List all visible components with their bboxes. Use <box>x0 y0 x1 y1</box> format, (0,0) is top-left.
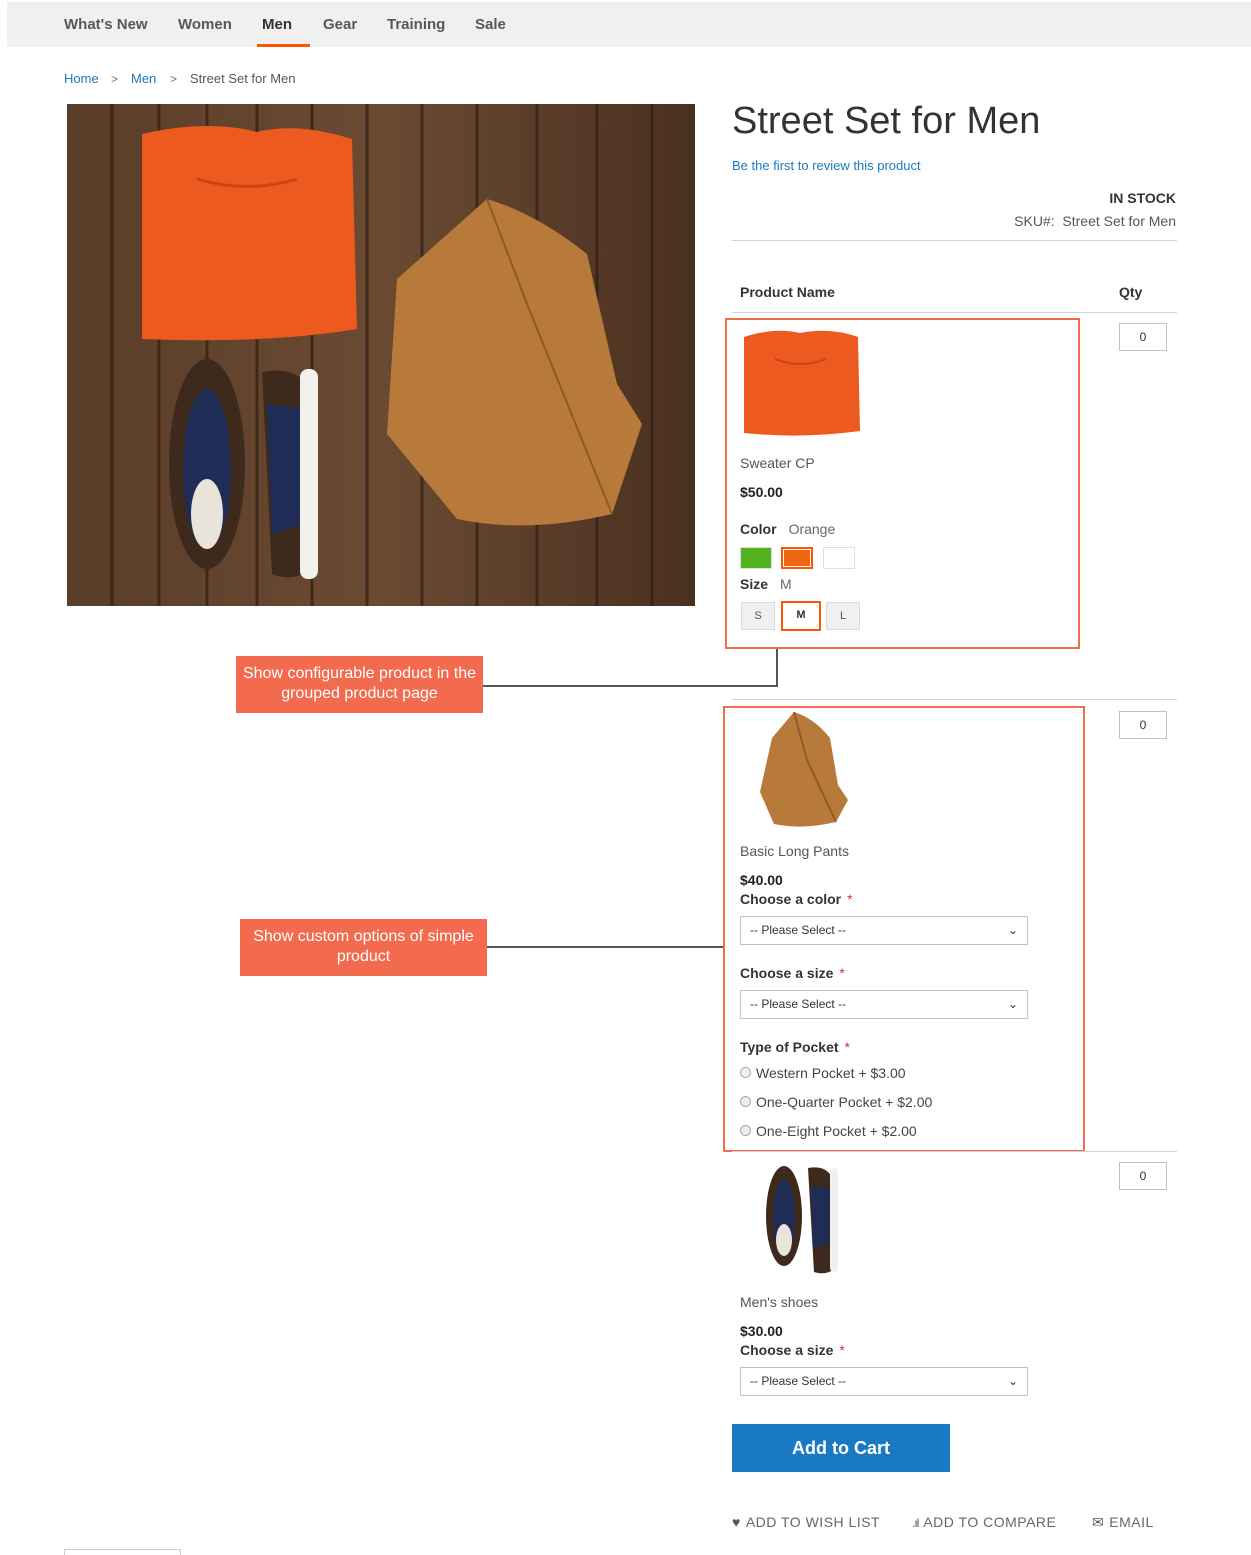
choose-color-text: Choose a color <box>740 891 842 907</box>
callout-connector <box>776 649 778 687</box>
pocket-option-label: One-Eight Pocket + $2.00 <box>756 1123 917 1139</box>
color-select[interactable]: -- Please Select -- ⌄ <box>740 916 1028 945</box>
add-to-compare-link[interactable]: .ıl ADD TO COMPARE <box>912 1514 1056 1530</box>
bar-chart-icon: .ıl <box>912 1516 919 1530</box>
pocket-option-label: Western Pocket + $3.00 <box>756 1065 906 1081</box>
tab-edge <box>64 1549 181 1555</box>
page-title: Street Set for Men <box>732 100 1041 142</box>
nav-item-men[interactable]: Men <box>262 16 292 33</box>
nav-item-women[interactable]: Women <box>178 16 232 33</box>
item-name-pants: Basic Long Pants <box>740 843 849 859</box>
chevron-down-icon: ⌄ <box>1007 997 1018 1011</box>
column-header-qty: Qty <box>1119 284 1143 300</box>
nav-item-gear[interactable]: Gear <box>323 16 357 33</box>
size-swatch-s[interactable]: S <box>741 602 775 630</box>
shoes-thumbnail[interactable] <box>760 1162 844 1278</box>
qty-input-shoes[interactable]: 0 <box>1119 1162 1167 1190</box>
size-swatch-l[interactable]: L <box>826 602 860 630</box>
qty-input-sweater[interactable]: 0 <box>1119 323 1167 351</box>
shoe-size-select[interactable]: -- Please Select -- ⌄ <box>740 1367 1028 1396</box>
size-swatch-m[interactable]: M <box>781 601 821 631</box>
pocket-type-label: Type of Pocket * <box>740 1039 850 1055</box>
size-select[interactable]: -- Please Select -- ⌄ <box>740 990 1028 1019</box>
breadcrumb-men[interactable]: Men <box>131 71 156 86</box>
item-price-pants: $40.00 <box>740 872 783 888</box>
size-selected-value: M <box>780 576 792 592</box>
nav-item-training[interactable]: Training <box>387 16 445 33</box>
nav-item-sale[interactable]: Sale <box>475 16 506 33</box>
callout-custom-options: Show custom options of simple product <box>240 919 487 976</box>
callout-connector <box>483 685 778 687</box>
radio-button[interactable] <box>740 1067 751 1078</box>
pocket-option-label: One-Quarter Pocket + $2.00 <box>756 1094 933 1110</box>
required-mark: * <box>839 1342 845 1358</box>
pocket-option-one-eight[interactable]: One-Eight Pocket + $2.00 <box>740 1123 917 1139</box>
breadcrumb-home[interactable]: Home <box>64 71 99 86</box>
shoe-size-select-value: -- Please Select -- <box>750 1374 847 1388</box>
item-name-shoes: Men's shoes <box>740 1294 819 1310</box>
required-mark: * <box>847 891 853 907</box>
top-navigation: What's New Women Men Gear Training Sale <box>7 2 1251 47</box>
add-to-cart-button[interactable]: Add to Cart <box>732 1424 950 1472</box>
active-nav-indicator <box>257 44 310 47</box>
item-price-sweater: $50.00 <box>740 484 783 500</box>
sku-label: SKU#: <box>1014 213 1055 229</box>
required-mark: * <box>839 965 845 981</box>
color-swatch-orange[interactable] <box>781 547 813 569</box>
envelope-icon: ✉ <box>1092 1514 1105 1530</box>
callout-configurable: Show configurable product in the grouped… <box>236 656 483 713</box>
radio-button[interactable] <box>740 1096 751 1107</box>
stock-status: IN STOCK <box>1109 190 1176 206</box>
choose-size-text: Choose a size <box>740 965 834 981</box>
choose-color-label: Choose a color * <box>740 891 853 907</box>
radio-button[interactable] <box>740 1125 751 1136</box>
sku: SKU#: Street Set for Men <box>1014 213 1176 229</box>
divider <box>732 699 1177 700</box>
nav-item-whats-new[interactable]: What's New <box>64 16 148 33</box>
email-link[interactable]: ✉ EMAIL <box>1092 1514 1154 1531</box>
item-price-shoes: $30.00 <box>740 1323 783 1339</box>
choose-shoe-size-text: Choose a size <box>740 1342 834 1358</box>
chevron-right-icon: > <box>170 72 178 86</box>
pocket-option-western[interactable]: Western Pocket + $3.00 <box>740 1065 906 1081</box>
color-label: Color <box>740 521 777 537</box>
review-link[interactable]: Be the first to review this product <box>732 158 921 173</box>
divider <box>732 240 1177 241</box>
required-mark: * <box>844 1039 850 1055</box>
item-name-sweater: Sweater CP <box>740 455 815 471</box>
sweater-thumbnail[interactable] <box>740 325 862 440</box>
pocket-option-one-quarter[interactable]: One-Quarter Pocket + $2.00 <box>740 1094 932 1110</box>
choose-shoe-size-label: Choose a size * <box>740 1342 845 1358</box>
color-swatch-green[interactable] <box>740 547 772 569</box>
compare-label: ADD TO COMPARE <box>923 1514 1057 1530</box>
color-swatch-white[interactable] <box>823 547 855 569</box>
main-product-image[interactable] <box>67 104 695 606</box>
heart-icon: ♥ <box>732 1514 741 1530</box>
pants-thumbnail[interactable] <box>752 710 852 830</box>
choose-size-label: Choose a size * <box>740 965 845 981</box>
size-select-value: -- Please Select -- <box>750 997 847 1011</box>
chevron-down-icon: ⌄ <box>1007 1374 1018 1388</box>
chevron-right-icon: > <box>111 72 119 86</box>
callout-connector <box>487 946 723 948</box>
breadcrumb-current: Street Set for Men <box>190 71 296 86</box>
sku-value: Street Set for Men <box>1062 213 1176 229</box>
size-label: Size <box>740 576 769 592</box>
color-attribute: Color Orange <box>740 521 835 537</box>
chevron-down-icon: ⌄ <box>1007 923 1018 937</box>
divider <box>732 312 1177 313</box>
color-selected-value: Orange <box>788 521 836 537</box>
email-label: EMAIL <box>1109 1514 1154 1530</box>
add-to-wishlist-link[interactable]: ♥ ADD TO WISH LIST <box>732 1514 880 1530</box>
size-attribute: Size M <box>740 576 792 592</box>
divider <box>732 1151 1177 1152</box>
wishlist-label: ADD TO WISH LIST <box>745 1514 881 1530</box>
column-header-product-name: Product Name <box>740 284 835 300</box>
qty-input-pants[interactable]: 0 <box>1119 711 1167 739</box>
pocket-type-text: Type of Pocket <box>740 1039 839 1055</box>
color-select-value: -- Please Select -- <box>750 923 847 937</box>
